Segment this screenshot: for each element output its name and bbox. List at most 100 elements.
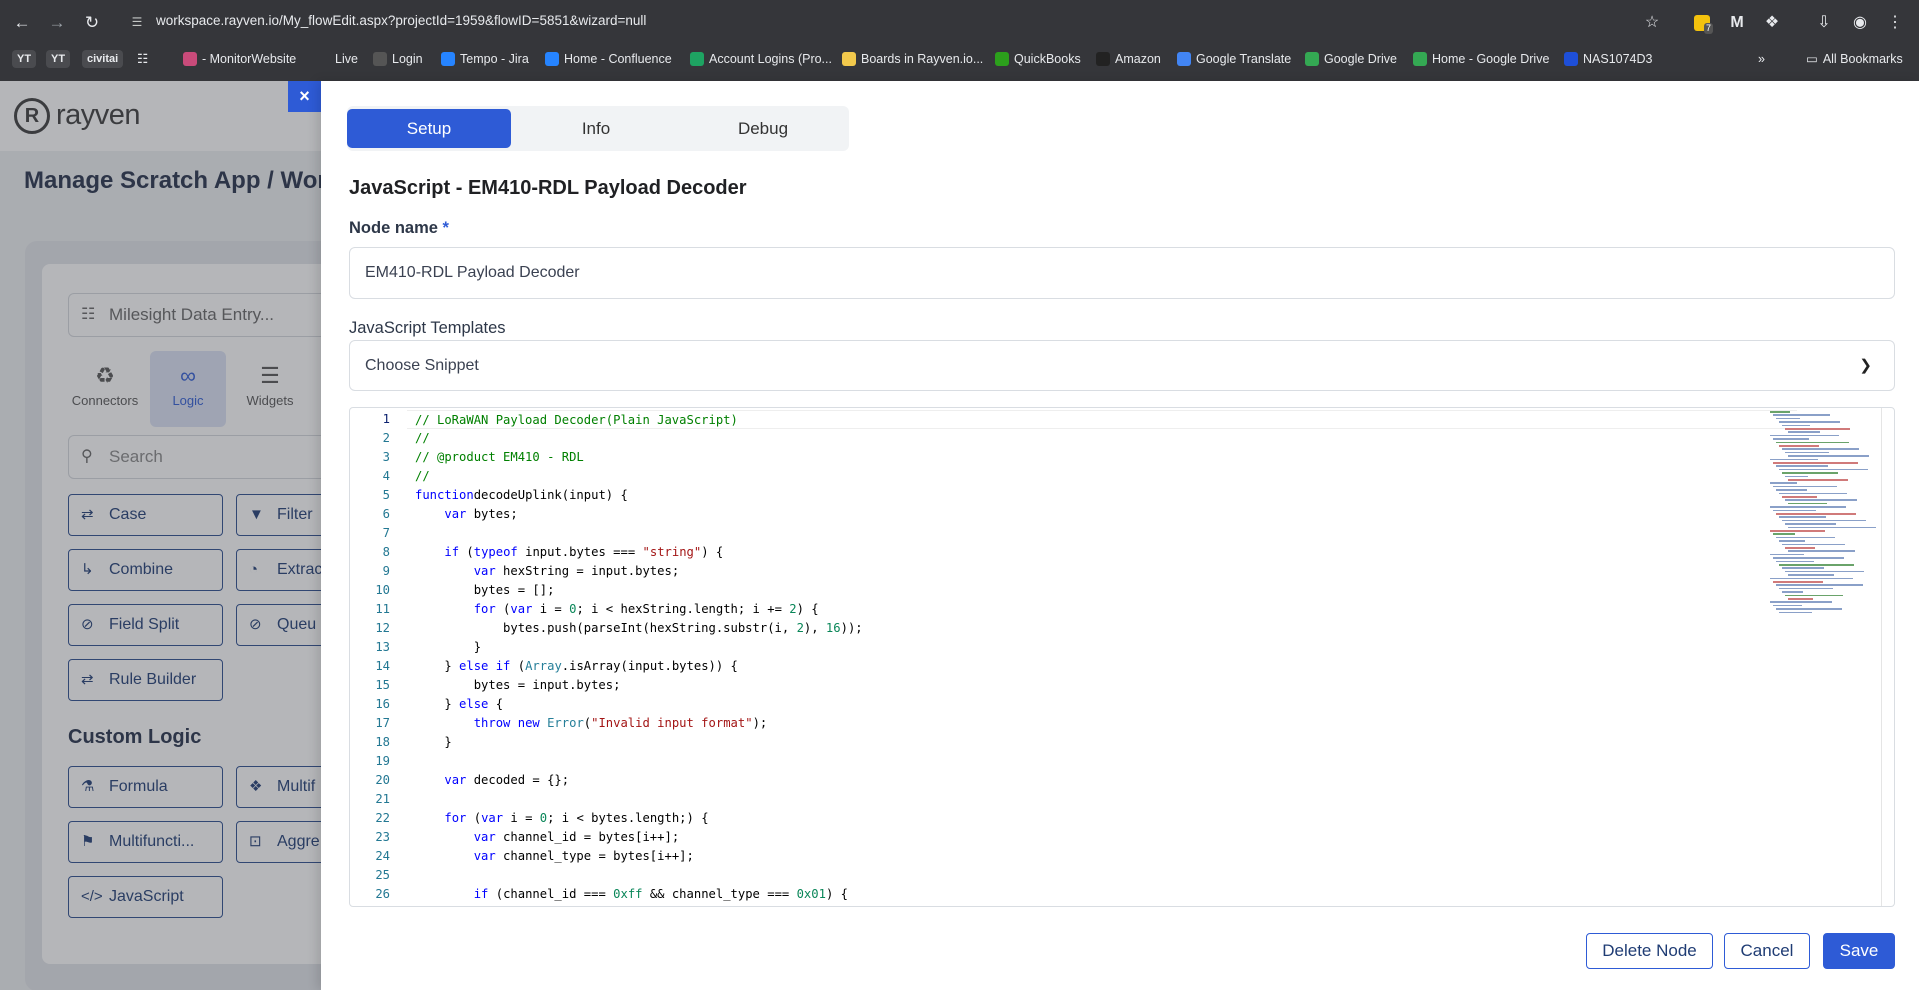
minimap-line xyxy=(1782,472,1838,474)
back-icon[interactable]: ← xyxy=(10,11,34,35)
bookmark-item[interactable]: YT xyxy=(12,47,37,71)
code-token: 0x01 xyxy=(796,887,826,901)
line-number: 17 xyxy=(375,716,390,730)
bookmark-item[interactable]: - MonitorWebsite xyxy=(183,47,296,71)
code-token: if xyxy=(444,545,460,559)
code-minimap[interactable] xyxy=(1766,408,1876,628)
code-token: } xyxy=(415,640,482,654)
bookmark-item[interactable]: Amazon xyxy=(1096,47,1161,71)
line-number: 13 xyxy=(375,640,390,654)
code-line[interactable]: } xyxy=(415,638,481,657)
code-token: 2 xyxy=(796,621,804,635)
minimap-line xyxy=(1773,557,1844,559)
bookmark-item[interactable]: Login xyxy=(373,47,423,71)
code-token: ; i < hexString.length; i += xyxy=(576,602,790,616)
tab-debug[interactable]: Debug xyxy=(681,109,845,148)
code-token: i = xyxy=(532,602,570,616)
code-line[interactable]: var channel_id = bytes[i++]; xyxy=(415,828,679,847)
code-token: Error xyxy=(547,716,584,730)
download-icon[interactable]: ⇩ xyxy=(1812,11,1836,35)
minimap-line xyxy=(1770,458,1818,461)
code-line[interactable]: bytes.push(parseInt(hexString.substr(i, … xyxy=(415,619,863,638)
code-line[interactable]: var hexString = input.bytes; xyxy=(415,562,679,581)
code-line[interactable]: // @product EM410 - RDL xyxy=(415,448,584,467)
tab-setup[interactable]: Setup xyxy=(347,109,511,148)
bookmark-item[interactable]: Account Logins (Pro... xyxy=(690,47,832,71)
bookmark-item[interactable]: Google Translate xyxy=(1177,47,1291,71)
code-line[interactable]: } xyxy=(415,733,451,752)
apps-grid-icon[interactable]: ☷ xyxy=(137,47,148,71)
forward-icon[interactable]: → xyxy=(45,11,69,35)
minimap-line xyxy=(1776,513,1856,515)
save-button[interactable]: Save xyxy=(1823,933,1895,969)
code-line[interactable]: bytes = input.bytes; xyxy=(415,676,621,695)
code-line[interactable]: throw new Error("Invalid input format"); xyxy=(415,714,768,733)
bookmark-item[interactable]: Home - Confluence xyxy=(545,47,672,71)
code-line[interactable]: for (var i = 0; i < hexString.length; i … xyxy=(415,600,819,619)
bookmark-star-icon[interactable]: ☆ xyxy=(1640,11,1664,35)
extension-m-icon[interactable]: M xyxy=(1725,11,1749,35)
site-settings-icon[interactable]: ☰ xyxy=(128,13,146,31)
code-line[interactable]: var decoded = {}; xyxy=(415,771,569,790)
all-bookmarks-label: All Bookmarks xyxy=(1822,52,1903,66)
line-number: 16 xyxy=(375,697,390,711)
tab-info[interactable]: Info xyxy=(514,109,678,148)
extension-icon[interactable]: 7 xyxy=(1690,11,1714,35)
address-bar[interactable]: workspace.rayven.io/My_flowEdit.aspx?pro… xyxy=(156,13,646,28)
code-line[interactable]: functiondecodeUplink(input) { xyxy=(415,486,628,505)
bookmark-favicon-icon xyxy=(690,52,704,66)
minimap-line xyxy=(1770,482,1797,484)
bookmark-item[interactable]: Google Drive xyxy=(1305,47,1397,71)
line-number: 24 xyxy=(375,849,390,863)
code-line[interactable]: if (channel_id === 0xff && channel_type … xyxy=(415,885,848,904)
code-line[interactable]: } else { xyxy=(415,695,503,714)
more-bookmarks-icon[interactable]: » xyxy=(1758,47,1765,71)
templates-label: JavaScript Templates xyxy=(349,319,506,337)
code-token: } xyxy=(415,659,460,673)
snippet-select[interactable]: Choose Snippet ❯ xyxy=(349,340,1895,391)
cancel-button[interactable]: Cancel xyxy=(1724,933,1810,969)
extensions-puzzle-icon[interactable]: ❖ xyxy=(1760,11,1784,35)
code-token: ( xyxy=(459,545,474,559)
bookmark-item[interactable]: NAS1074D3 xyxy=(1564,47,1653,71)
minimap-line xyxy=(1782,448,1859,450)
code-line[interactable]: var channel_type = bytes[i++]; xyxy=(415,847,694,866)
code-line[interactable]: // xyxy=(415,429,430,448)
code-line[interactable]: for (var i = 0; i < bytes.length;) { xyxy=(415,809,708,828)
code-line[interactable]: var bytes; xyxy=(415,505,517,524)
code-line[interactable]: bytes = []; xyxy=(415,581,555,600)
code-token: ( xyxy=(466,811,482,825)
close-drawer-button[interactable]: × xyxy=(288,81,321,112)
code-token: var xyxy=(444,507,467,521)
reload-icon[interactable]: ↻ xyxy=(80,11,104,35)
all-bookmarks-folder[interactable]: ▭ All Bookmarks xyxy=(1806,47,1903,71)
bookmark-item[interactable]: civitai xyxy=(82,47,124,71)
bookmark-item[interactable]: QuickBooks xyxy=(995,47,1081,71)
code-line[interactable]: if (typeof input.bytes === "string") { xyxy=(415,543,723,562)
bookmark-label: Home - Confluence xyxy=(564,52,672,66)
bookmark-item[interactable]: Boards in Rayven.io... xyxy=(842,47,983,71)
node-name-input[interactable] xyxy=(349,247,1895,299)
menu-kebab-icon[interactable]: ⋮ xyxy=(1883,11,1907,35)
bookmark-item[interactable]: Live xyxy=(335,47,358,71)
minimap-line xyxy=(1776,441,1849,444)
code-token: function xyxy=(415,488,474,502)
delete-node-button[interactable]: Delete Node xyxy=(1586,933,1713,969)
code-token: throw new xyxy=(473,716,540,730)
code-line[interactable]: } else if (Array.isArray(input.bytes)) { xyxy=(415,657,738,676)
code-token: 0xff xyxy=(613,887,643,901)
minimap-line xyxy=(1785,451,1829,454)
code-line[interactable]: // LoRaWAN Payload Decoder(Plain JavaScr… xyxy=(407,410,1797,429)
code-line[interactable]: // xyxy=(415,467,430,486)
bookmark-item[interactable]: Tempo - Jira xyxy=(441,47,529,71)
code-area[interactable]: // LoRaWAN Payload Decoder(Plain JavaScr… xyxy=(407,408,1797,906)
profile-icon[interactable]: ◉ xyxy=(1848,11,1872,35)
minimap-line xyxy=(1788,455,1869,457)
code-editor[interactable]: 1 2 3 4 5 6 7 8 9 10 11 12 13 14 15 16 17 18 19 20 21 22 23 24 2… xyxy=(349,407,1895,907)
bookmark-item[interactable]: YT xyxy=(46,47,71,71)
bookmark-item[interactable]: Home - Google Drive xyxy=(1413,47,1549,71)
minimap-line xyxy=(1785,523,1836,525)
